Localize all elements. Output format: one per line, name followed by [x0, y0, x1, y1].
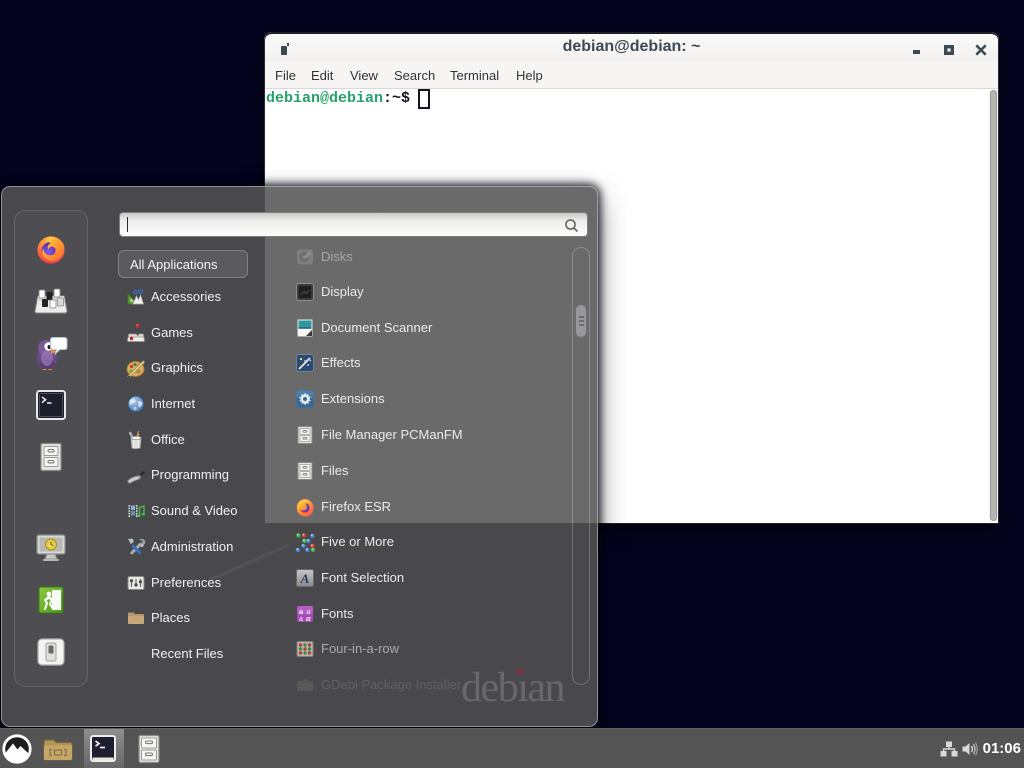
svg-text:A: A	[300, 571, 310, 586]
svg-text:α: α	[306, 613, 311, 623]
svg-text:a: a	[299, 613, 303, 623]
